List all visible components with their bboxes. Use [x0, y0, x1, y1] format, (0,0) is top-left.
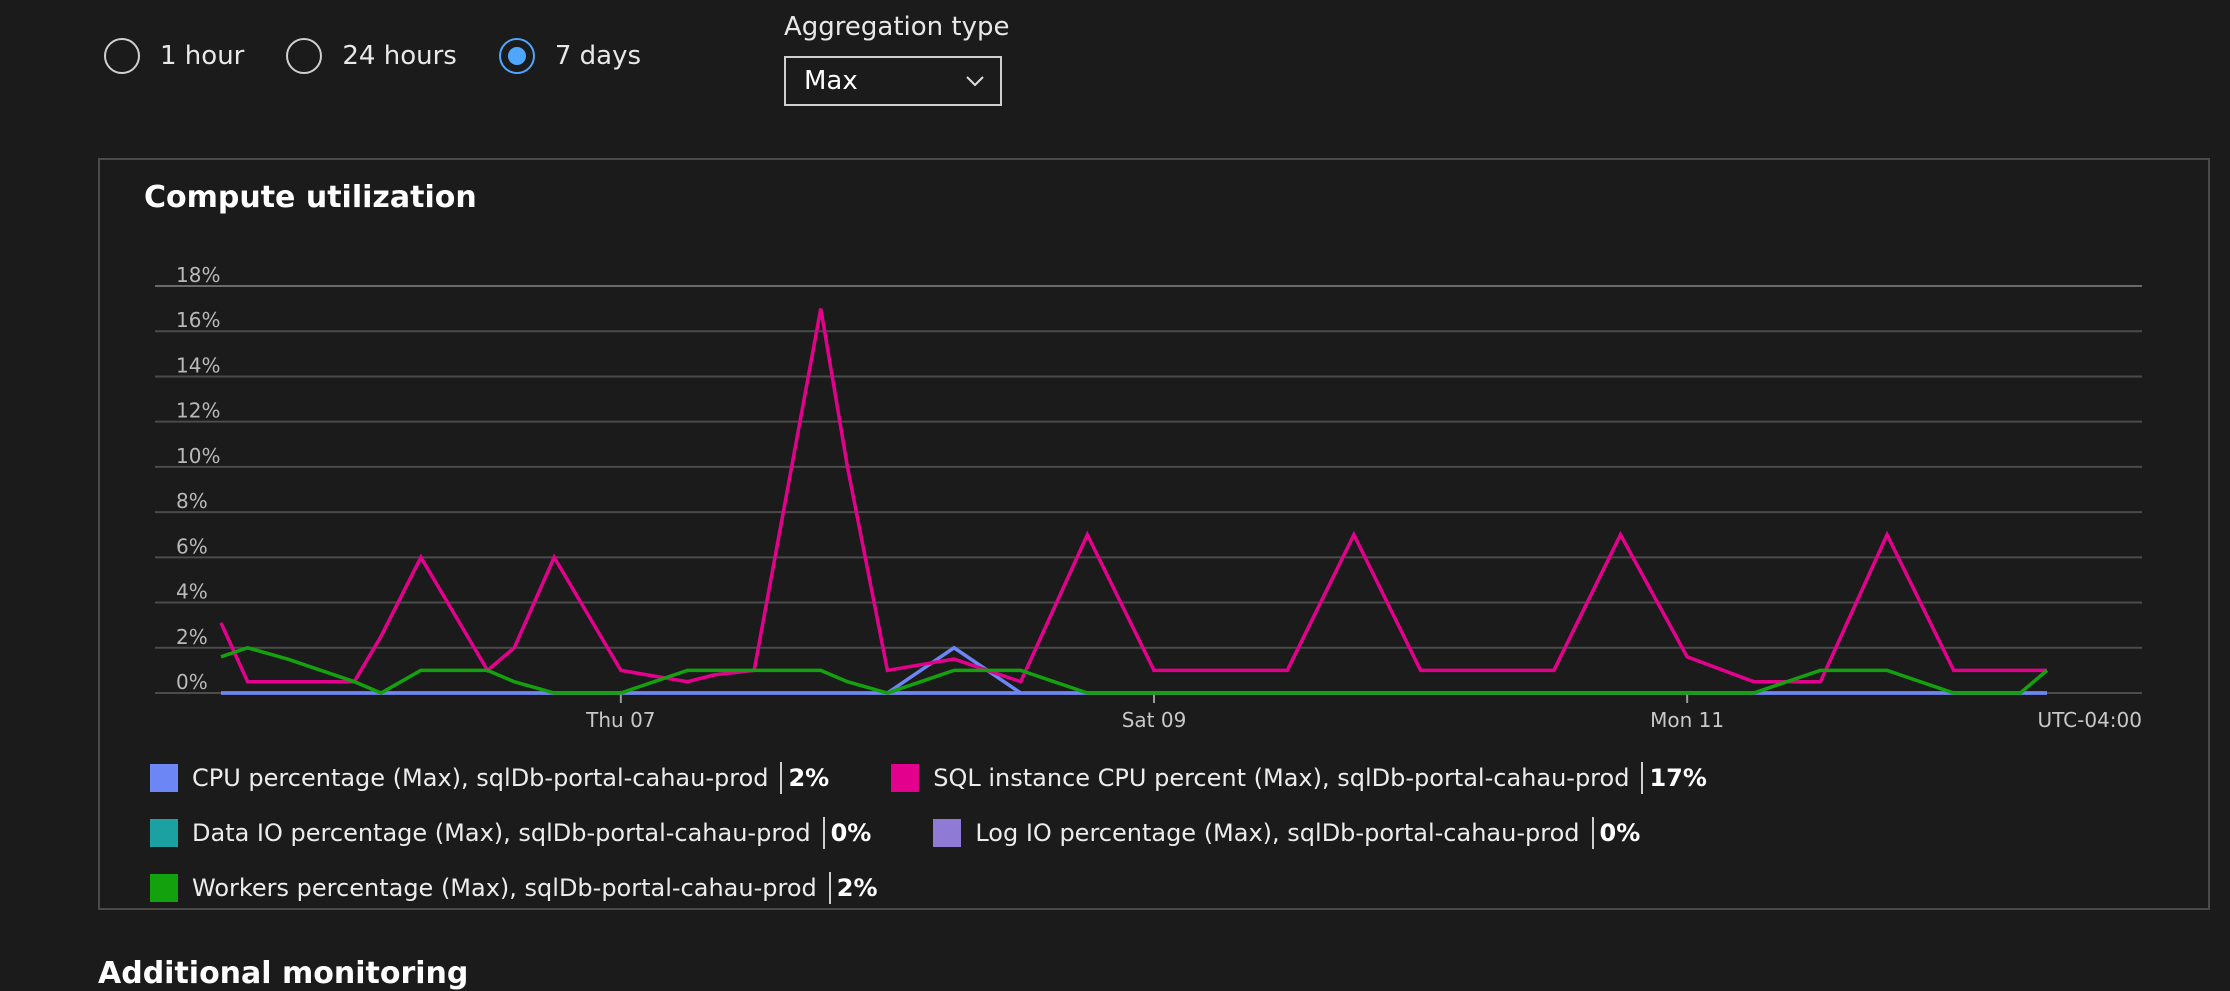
legend-row-1: CPU percentage (Max), sqlDb-portal-cahau… — [150, 762, 1769, 794]
legend-value-data-io: 0% — [830, 819, 872, 847]
legend-item-sql-instance-cpu[interactable]: SQL instance CPU percent (Max), sqlDb-po… — [891, 762, 1707, 794]
legend-item-data-io[interactable]: Data IO percentage (Max), sqlDb-portal-c… — [150, 817, 871, 849]
x-axis-ticks: Thu 07 Sat 09 Mon 11 — [585, 693, 1724, 732]
y-tick-label: 10% — [176, 444, 220, 468]
legend-value-log-io: 0% — [1599, 819, 1641, 847]
legend-separator — [822, 817, 825, 849]
legend-value-workers: 2% — [836, 874, 878, 902]
chart-series — [219, 308, 2049, 695]
series-line-workers — [220, 645, 2049, 695]
y-tick-label: 18% — [176, 263, 220, 287]
y-tick-label: 16% — [176, 308, 220, 332]
x-tick-label: Thu 07 — [585, 708, 655, 732]
timezone-label: UTC-04:00 — [2037, 708, 2142, 732]
legend-label-log-io: Log IO percentage (Max), sqlDb-portal-ca… — [975, 819, 1580, 847]
legend-separator — [1641, 762, 1644, 794]
legend-label-data-io: Data IO percentage (Max), sqlDb-portal-c… — [192, 819, 811, 847]
y-tick-label: 12% — [176, 399, 220, 423]
additional-monitoring-heading: Additional monitoring — [98, 956, 469, 991]
y-tick-label: 0% — [176, 670, 208, 694]
legend-swatch-workers — [150, 874, 178, 902]
legend-separator — [780, 762, 783, 794]
legend-item-cpu-percentage[interactable]: CPU percentage (Max), sqlDb-portal-cahau… — [150, 762, 829, 794]
legend-row-2: Data IO percentage (Max), sqlDb-portal-c… — [150, 817, 1702, 849]
y-tick-label: 14% — [176, 353, 220, 377]
legend-item-workers[interactable]: Workers percentage (Max), sqlDb-portal-c… — [150, 872, 878, 904]
legend-label-sql: SQL instance CPU percent (Max), sqlDb-po… — [933, 764, 1630, 792]
y-tick-label: 8% — [176, 489, 208, 513]
x-tick-label: Sat 09 — [1122, 708, 1187, 732]
legend-label-cpu: CPU percentage (Max), sqlDb-portal-cahau… — [192, 764, 769, 792]
legend-label-workers: Workers percentage (Max), sqlDb-portal-c… — [192, 874, 817, 902]
legend-swatch-cpu — [150, 764, 178, 792]
legend-swatch-data-io — [150, 819, 178, 847]
y-tick-label: 6% — [176, 534, 208, 558]
legend-value-sql: 17% — [1649, 764, 1707, 792]
x-tick-label: Mon 11 — [1650, 708, 1724, 732]
legend-swatch-sql — [891, 764, 920, 792]
legend-separator — [1591, 817, 1594, 849]
legend-item-log-io[interactable]: Log IO percentage (Max), sqlDb-portal-ca… — [933, 817, 1640, 849]
legend-separator — [828, 872, 831, 904]
y-tick-label: 2% — [176, 625, 208, 649]
legend-swatch-log-io — [933, 819, 962, 847]
series-line-sql-instance-cpu — [219, 308, 2047, 684]
legend-row-3: Workers percentage (Max), sqlDb-portal-c… — [150, 872, 940, 904]
y-axis-ticks: 0% 2% 4% 6% 8% 10% 12% 14% 16% 18% — [176, 263, 220, 694]
y-tick-label: 4% — [176, 580, 208, 604]
legend-value-cpu: 2% — [788, 764, 830, 792]
